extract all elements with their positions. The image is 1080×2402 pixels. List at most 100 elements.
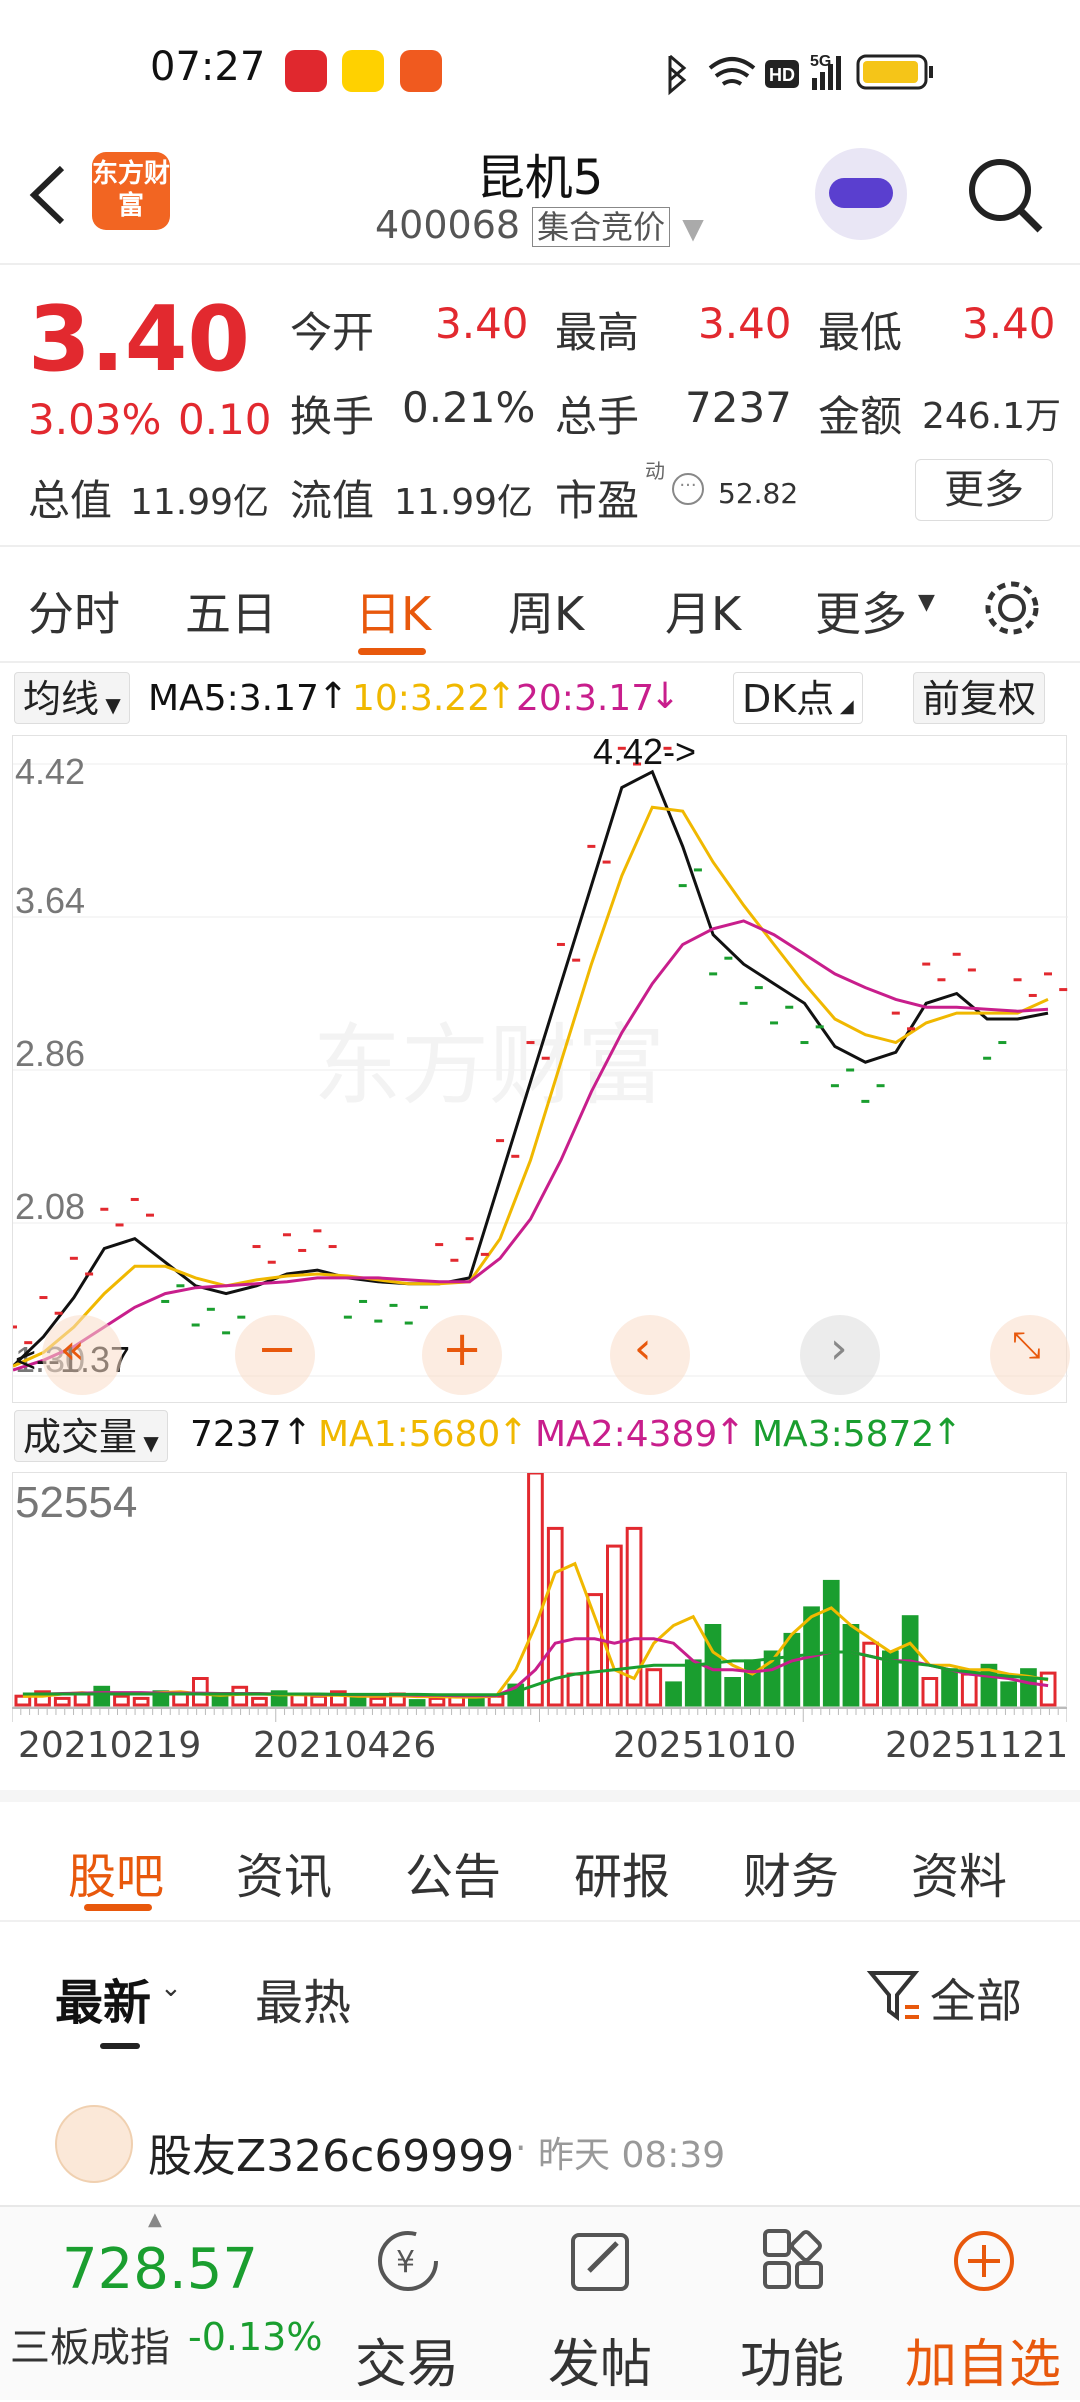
avatar[interactable] [55,2105,133,2183]
volume-bar [960,1672,978,1707]
sort-hot[interactable]: 最热 [255,1963,351,2033]
index-value[interactable]: 728.57 [62,2237,258,2302]
amount-value: 246.1万 [922,396,1062,437]
y-tick-label: 2.86 [15,1033,85,1074]
grid-apps-icon [763,2229,823,2289]
caret-down-icon: ▼ [918,590,935,615]
right-icon[interactable]: › [800,1315,880,1395]
volume-bar [468,1696,485,1707]
open-label: 今开 [290,308,375,357]
chevron-down-icon: ⌄ [160,1973,182,2003]
wifi-icon [708,57,756,86]
float-cap-value: 11.99亿 [394,482,534,523]
high-annotation: 4.42-> [593,736,696,772]
tab-research[interactable]: 研报 [574,1837,670,1907]
plus-icon[interactable]: + [422,1315,502,1395]
caret-down-icon: ▼ [99,693,121,717]
bluetooth-icon [668,54,687,96]
change-percent: 3.03% [28,395,162,444]
y-tick-label: 2.08 [15,1186,85,1227]
settings-gear-icon[interactable] [980,576,1044,640]
post-time: 昨天 08:39 [538,2135,726,2176]
tab-daily-k[interactable]: 日K [355,578,431,644]
session-tag: 集合竞价 [532,207,671,247]
filter-all[interactable]: 全部 [930,1965,1022,2031]
post-button[interactable]: 发帖 [505,2207,695,2402]
index-name[interactable]: 三板成指 [10,2315,170,2373]
filter-icon[interactable] [865,1965,925,2025]
status-indicators: HD 5G [668,53,933,96]
arrow-up-icon: ↑ [498,1412,529,1453]
5g-signal-icon: 5G [810,53,841,90]
vol-ma2: MA2:4389 [535,1414,718,1455]
amount-label: 金额 [818,392,903,441]
trade-button[interactable]: ¥ 交易 [312,2207,502,2402]
quote-panel: 3.40 3.03% 0.10 今开 3.40 最高 3.40 最低 3.40 … [0,267,1080,547]
float-cap-label: 流值 [290,476,375,525]
battery-icon [856,54,933,90]
tab-intraday[interactable]: 分时 [28,578,120,644]
volume-bar [704,1624,722,1707]
tab-five-day[interactable]: 五日 [185,578,277,644]
status-bar: 07:27 HD 5G [0,0,1080,130]
watermark: 东方财富 [313,1014,665,1117]
volume-label: 总手 [555,392,640,441]
volume-bar [606,1544,623,1707]
last-price: 3.40 [28,287,251,392]
minus-icon[interactable]: − [235,1315,315,1395]
tab-news[interactable]: 资讯 [236,1837,332,1907]
arrow-up-icon: ↑ [932,1412,963,1453]
add-watchlist-button[interactable]: 加自选 [888,2207,1078,2402]
ma5-value: MA5:3.17 [148,678,319,719]
tab-announcements[interactable]: 公告 [405,1837,501,1907]
sort-latest[interactable]: 最新 [55,1963,151,2033]
active-tab-indicator [84,1904,152,1911]
post-username[interactable]: 股友Z326c69999 [148,2120,514,2184]
volume-bar [369,1696,387,1707]
volume-bar [408,1699,426,1707]
volume-chart[interactable]: 52554 [12,1471,1067,1707]
tab-finance[interactable]: 财务 [743,1837,839,1907]
expand-icon[interactable]: ⤡ [990,1315,1070,1395]
left-icon[interactable]: ‹ [610,1315,690,1395]
tab-monthly-k[interactable]: 月K [665,578,741,644]
market-cap-value: 11.99亿 [130,482,270,523]
arrow-up-icon: ↑ [318,676,349,717]
active-tab-indicator [358,648,426,655]
stock-code-row[interactable]: 400068 集合竞价 ▼ [375,202,704,248]
more-button[interactable]: 更多 [915,459,1053,521]
volume-selector[interactable]: 成交量 ▼ [14,1410,168,1462]
y-tick-label: 3.64 [15,880,85,921]
tab-profile[interactable]: 资料 [911,1837,1007,1907]
double-left-icon[interactable]: « [42,1315,122,1395]
tab-more[interactable]: 更多 [815,578,907,644]
volume-bar [1000,1681,1017,1707]
feishu-icon [400,50,442,92]
chart-period-tabs: 分时 五日 日K 周K 月K 更多 ▼ [0,548,1080,663]
volume-bar [211,1694,229,1707]
volume-bar [822,1579,840,1707]
dk-point-button[interactable]: DK点 ◢ [733,672,863,724]
adjust-button[interactable]: 前复权 [913,672,1046,724]
functions-button[interactable]: 功能 [697,2207,887,2402]
volume-bar [941,1668,958,1707]
y-tick-label: 52554 [15,1478,137,1527]
chevron-down-icon: ▼ [682,212,704,245]
volume-bar [862,1641,879,1707]
assistant-avatar[interactable] [815,148,907,240]
volume-bar [566,1672,584,1707]
ma-selector[interactable]: 均线 ▼ [14,672,130,724]
sort-row: 最新 ⌄ 最热 全部 [0,1935,1080,2055]
high-label: 最高 [555,308,640,357]
volume-bar [132,1696,150,1707]
tab-weekly-k[interactable]: 周K [508,578,584,644]
tab-forum[interactable]: 股吧 [68,1837,164,1907]
post-item[interactable]: 股友Z326c69999 · 昨天 08:39 [0,2080,1080,2200]
volume-bar [251,1696,268,1707]
arrow-down-icon: ↓ [650,676,681,717]
volume-bar [684,1659,702,1707]
change-amount: 0.10 [178,395,272,444]
search-icon[interactable] [960,150,1050,240]
kline-chart[interactable]: 4.423.642.862.081.30东方财富4.42-><--1.37 [9,731,1068,1403]
volume-bar [73,1692,91,1707]
